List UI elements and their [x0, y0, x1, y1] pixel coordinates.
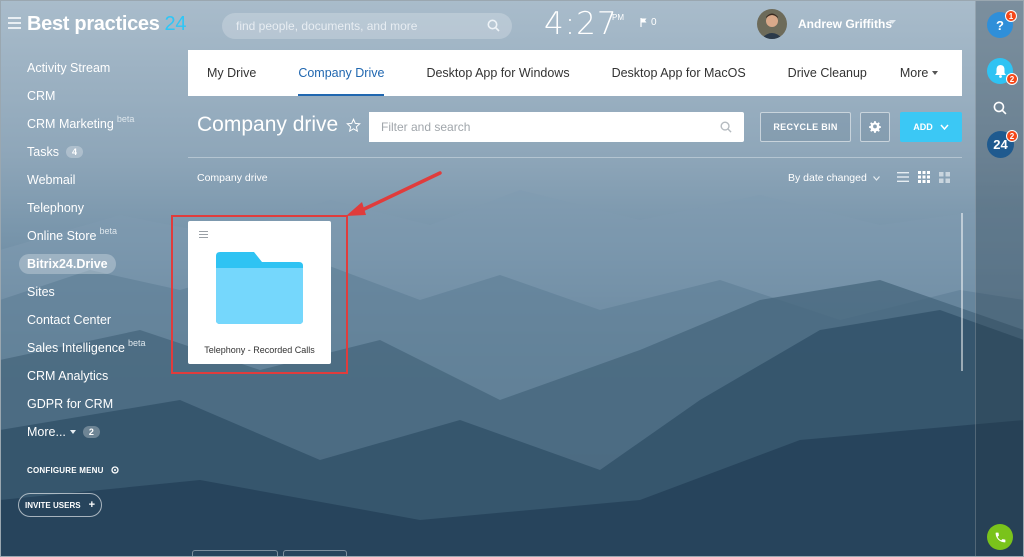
flag-icon	[640, 18, 647, 27]
flag-counter[interactable]: 0	[640, 17, 657, 28]
drive-tabs: My Drive Company Drive Desktop App for W…	[188, 50, 962, 96]
more-count-badge: 2	[82, 426, 100, 438]
annotation-highlight-box	[171, 215, 348, 374]
bell-icon	[994, 65, 1006, 78]
star-icon[interactable]	[346, 117, 362, 133]
bottom-tab	[192, 550, 278, 557]
sidebar-item-sites[interactable]: Sites	[18, 278, 178, 306]
beta-label: beta	[116, 114, 135, 124]
beta-label: beta	[99, 226, 118, 236]
call-button[interactable]	[987, 524, 1013, 550]
menu-icon[interactable]	[8, 17, 21, 29]
plus-icon: +	[88, 499, 95, 511]
user-avatar[interactable]	[757, 9, 787, 39]
recycle-bin-button[interactable]: RECYCLE BIN	[760, 112, 851, 142]
portal-logo[interactable]: Best practices 24	[27, 13, 186, 36]
tab-company-drive[interactable]: Company Drive	[298, 50, 385, 96]
list-view-icon[interactable]	[897, 172, 909, 182]
tab-desktop-app-windows[interactable]: Desktop App for Windows	[426, 50, 569, 96]
flag-count: 0	[651, 17, 657, 28]
page-title: Company drive	[197, 113, 362, 137]
search-icon[interactable]	[720, 121, 732, 133]
left-menu: Activity Stream CRM CRM Marketing beta Ta…	[18, 54, 178, 446]
settings-button[interactable]	[860, 112, 890, 142]
sort-selector[interactable]: By date changed	[788, 172, 880, 184]
sidebar-item-tasks[interactable]: Tasks 4	[18, 138, 178, 166]
gear-icon	[110, 466, 119, 474]
notifications-badge: 2	[1006, 73, 1018, 85]
configure-menu-link[interactable]: CONFIGURE MENU	[27, 465, 120, 475]
tab-my-drive[interactable]: My Drive	[207, 50, 256, 96]
sidebar-item-crm-marketing[interactable]: CRM Marketing beta	[18, 110, 178, 138]
sidebar-item-gdpr[interactable]: GDPR for CRM	[18, 390, 178, 418]
filter-search[interactable]	[369, 112, 744, 142]
content-scrollbar[interactable]	[961, 213, 963, 371]
sidebar-item-activity-stream[interactable]: Activity Stream	[18, 54, 178, 82]
chevron-down-icon	[940, 124, 949, 130]
chevron-down-icon	[932, 71, 939, 75]
filter-search-input[interactable]	[369, 112, 699, 142]
clock-ampm: PM	[612, 13, 624, 22]
sidebar-item-crm[interactable]: CRM	[18, 82, 178, 110]
chevron-down-icon	[69, 430, 76, 434]
beta-label: beta	[127, 338, 146, 348]
sidebar-item-webmail[interactable]: Webmail	[18, 166, 178, 194]
help-icon: ?	[996, 17, 1004, 33]
tab-drive-cleanup[interactable]: Drive Cleanup	[788, 50, 867, 96]
gear-icon	[869, 121, 881, 133]
user-name[interactable]: Andrew Griffiths	[798, 17, 892, 31]
sidebar-item-contact-center[interactable]: Contact Center	[18, 306, 178, 334]
annotation-arrow-icon	[346, 171, 442, 216]
help-badge: 1	[1005, 10, 1017, 22]
breadcrumb[interactable]: Company drive	[197, 172, 268, 184]
chevron-down-icon[interactable]	[889, 20, 896, 24]
sidebar-item-drive[interactable]: Bitrix24.Drive	[18, 250, 178, 278]
add-button[interactable]: ADD	[900, 112, 962, 142]
sidebar-item-sales-intelligence[interactable]: Sales Intelligence beta	[18, 334, 178, 362]
invite-users-button[interactable]: INVITE USERS +	[18, 493, 102, 517]
search-icon[interactable]	[993, 101, 1007, 115]
clock-time: 4:27	[544, 6, 618, 42]
global-search-input[interactable]	[222, 13, 472, 39]
large-tile-view-icon[interactable]	[939, 171, 950, 183]
divider	[188, 157, 962, 158]
tab-desktop-app-macos[interactable]: Desktop App for MacOS	[612, 50, 746, 96]
tasks-count-badge: 4	[65, 146, 83, 158]
sidebar-item-more[interactable]: More... 2	[18, 418, 178, 446]
sidebar-item-telephony[interactable]: Telephony	[18, 194, 178, 222]
search-icon[interactable]	[487, 19, 500, 32]
global-search[interactable]	[222, 13, 512, 39]
tab-more[interactable]: More	[900, 50, 939, 96]
tile-view-icon[interactable]	[918, 171, 930, 183]
sidebar-item-crm-analytics[interactable]: CRM Analytics	[18, 362, 178, 390]
bitrix24-icon: 24	[993, 137, 1008, 152]
phone-icon	[995, 532, 1005, 542]
bitrix24-badge: 2	[1006, 130, 1018, 142]
bottom-tab	[283, 550, 347, 557]
chevron-down-icon	[872, 175, 880, 181]
sidebar-item-online-store[interactable]: Online Store beta	[18, 222, 178, 250]
view-switcher	[897, 171, 950, 183]
